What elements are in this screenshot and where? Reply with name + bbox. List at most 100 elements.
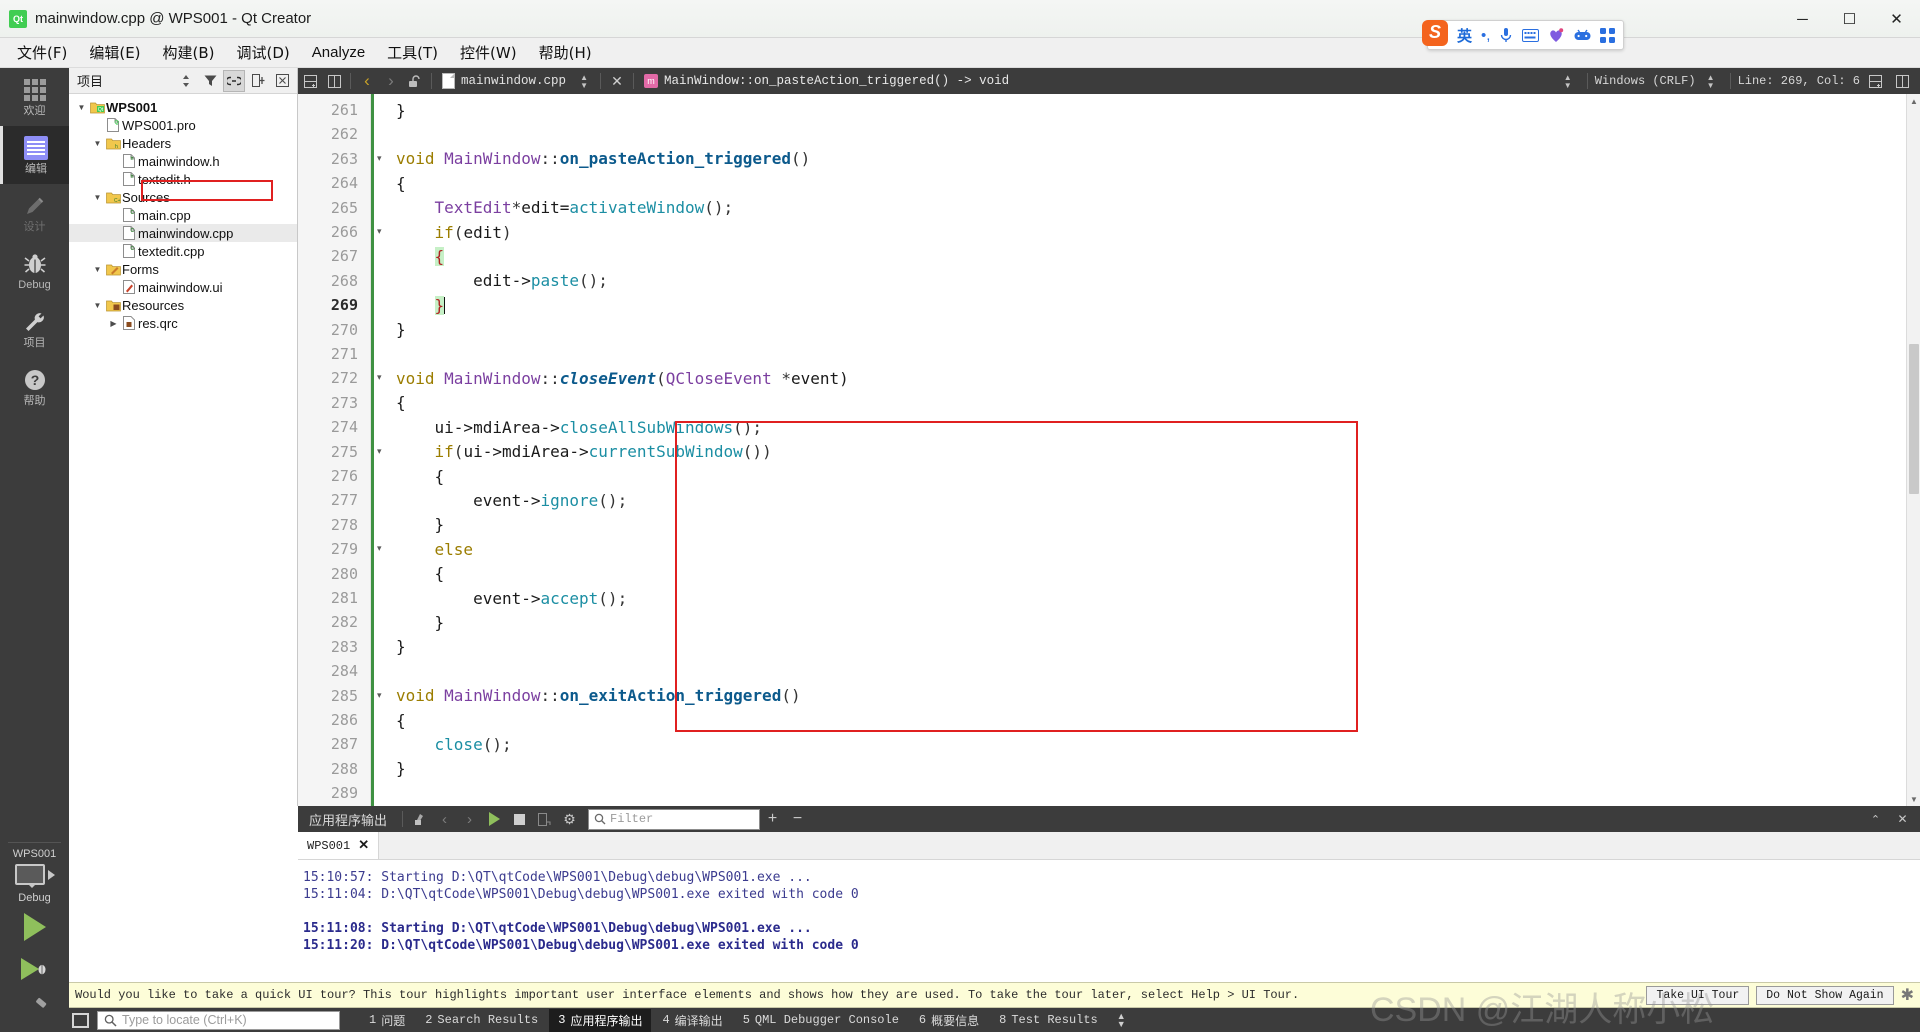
scrollbar-thumb[interactable] bbox=[1909, 344, 1919, 494]
tree-item[interactable]: ▼ C+ Sources bbox=[69, 188, 297, 206]
close-document-button[interactable]: ✕ bbox=[605, 69, 629, 93]
sidebar-item-design[interactable]: 设计 bbox=[0, 184, 69, 242]
sogou-logo-icon[interactable]: S bbox=[1422, 19, 1448, 46]
clean-output-icon[interactable] bbox=[407, 807, 432, 832]
ime-language-mode-button[interactable]: 英 bbox=[1457, 25, 1472, 46]
line-ending-value[interactable]: Windows (CRLF) bbox=[1595, 74, 1696, 88]
fold-marker-icon[interactable]: ▾ bbox=[377, 226, 382, 237]
open-document-selector[interactable]: mainwindow.cpp bbox=[436, 68, 573, 94]
status-tab[interactable]: 5 QML Debugger Console bbox=[734, 1010, 908, 1030]
fold-marker-icon[interactable]: ▾ bbox=[377, 372, 382, 383]
split-vertical-icon[interactable] bbox=[322, 69, 346, 93]
stop-output-icon[interactable] bbox=[507, 807, 532, 832]
split-horizontal-icon[interactable] bbox=[298, 69, 322, 93]
tree-item[interactable]: QtWPS001.pro bbox=[69, 116, 297, 134]
tree-item[interactable]: ▼ Forms bbox=[69, 260, 297, 278]
split-editor-icon[interactable] bbox=[1863, 69, 1887, 93]
encoding-dropdown-icon[interactable]: ▲ ▼ bbox=[1699, 69, 1723, 93]
run-debug-button[interactable] bbox=[0, 948, 69, 990]
menu-help[interactable]: 帮助(H) bbox=[528, 39, 603, 66]
menu-window[interactable]: 控件(W) bbox=[449, 39, 528, 66]
status-tab[interactable]: 4 编译输出 bbox=[653, 1009, 731, 1032]
tree-item[interactable]: h textedit.h bbox=[69, 170, 297, 188]
split-icon[interactable] bbox=[247, 70, 269, 92]
menu-build[interactable]: 构建(B) bbox=[152, 39, 226, 66]
attach-debugger-icon[interactable] bbox=[532, 807, 557, 832]
menu-edit[interactable]: 编辑(E) bbox=[78, 39, 151, 66]
maximize-output-button[interactable]: ⌃ bbox=[1863, 807, 1888, 832]
output-filter-input[interactable]: Filter bbox=[588, 808, 761, 830]
sidebar-item-projects[interactable]: 项目 bbox=[0, 300, 69, 358]
code-line[interactable]: TextEdit*edit=activateWindow(); bbox=[396, 196, 734, 220]
do-not-show-again-button[interactable]: Do Not Show Again bbox=[1756, 985, 1894, 1005]
sort-icon[interactable] bbox=[175, 70, 197, 92]
take-ui-tour-button[interactable]: Take UI Tour bbox=[1646, 985, 1750, 1005]
status-tab[interactable]: 2 Search Results bbox=[416, 1010, 547, 1030]
zoom-out-button[interactable]: − bbox=[785, 807, 810, 832]
tree-item[interactable]: h mainwindow.h bbox=[69, 152, 297, 170]
game-icon[interactable] bbox=[1574, 29, 1591, 42]
scroll-up-icon[interactable]: ▲ bbox=[1907, 94, 1920, 108]
status-tab[interactable]: 1 问题 bbox=[360, 1009, 414, 1032]
tree-item[interactable]: ▼ Resources bbox=[69, 296, 297, 314]
settings-gear-icon[interactable]: ⚙ bbox=[557, 807, 582, 832]
menu-debug[interactable]: 调试(D) bbox=[226, 39, 301, 66]
close-output-button[interactable]: ✕ bbox=[1890, 807, 1915, 832]
symbol-selector[interactable]: m MainWindow::on_pasteAction_triggered()… bbox=[638, 74, 1009, 88]
fold-marker-icon[interactable]: ▾ bbox=[377, 153, 382, 164]
fold-marker-icon[interactable]: ▾ bbox=[377, 446, 382, 457]
code-line[interactable]: } bbox=[396, 610, 445, 634]
kit-target-button[interactable] bbox=[0, 862, 69, 888]
code-line[interactable]: { bbox=[396, 464, 445, 488]
code-line[interactable]: } bbox=[396, 98, 406, 122]
link-icon[interactable] bbox=[223, 69, 245, 92]
code-line[interactable]: event->ignore(); bbox=[396, 488, 627, 512]
status-tab[interactable]: 3 应用程序输出 bbox=[549, 1008, 652, 1032]
code-line[interactable]: { bbox=[396, 708, 406, 732]
maximize-button[interactable]: ☐ bbox=[1826, 0, 1873, 38]
scroll-down-icon[interactable]: ▼ bbox=[1907, 792, 1920, 806]
sidebar-item-help[interactable]: ? 帮助 bbox=[0, 358, 69, 416]
tree-expander-icon[interactable]: ▼ bbox=[91, 139, 104, 148]
unlocked-icon[interactable] bbox=[403, 69, 427, 93]
microphone-icon[interactable] bbox=[1499, 27, 1513, 43]
code-line[interactable]: } bbox=[396, 635, 406, 659]
sidebar-item-welcome[interactable]: 欢迎 bbox=[0, 68, 69, 126]
code-editor[interactable]: 261 262 263 264 265 266 267 268 269 270 271 272 273 2… bbox=[298, 94, 1906, 806]
navigate-back-icon[interactable]: ‹ bbox=[355, 69, 379, 93]
code-text-area[interactable]: } void MainWindow::on_pasteAction_trigger… bbox=[391, 94, 1906, 806]
zoom-in-button[interactable]: + bbox=[760, 807, 785, 832]
close-panel-icon[interactable] bbox=[271, 70, 293, 92]
menu-tools[interactable]: 工具(T) bbox=[376, 39, 449, 66]
code-line[interactable]: } bbox=[396, 293, 446, 317]
filter-icon[interactable] bbox=[199, 70, 221, 92]
project-tree[interactable]: ▼QtWPS001QtWPS001.pro▼hHeadershmainwindo… bbox=[69, 94, 297, 332]
code-line[interactable]: } bbox=[396, 757, 406, 781]
code-line[interactable]: event->accept(); bbox=[396, 586, 627, 610]
code-line[interactable]: { bbox=[396, 171, 406, 195]
output-tab-wps001[interactable]: WPS001 ✕ bbox=[298, 832, 380, 859]
code-line[interactable]: else bbox=[396, 537, 474, 561]
menu-file[interactable]: 文件(F) bbox=[6, 39, 78, 66]
apps-icon[interactable] bbox=[1600, 27, 1616, 43]
toggle-sidebar-button[interactable] bbox=[72, 1012, 89, 1028]
tree-expander-icon[interactable]: ▼ bbox=[91, 265, 104, 274]
code-line[interactable]: close(); bbox=[396, 732, 512, 756]
tree-item[interactable]: C+textedit.cpp bbox=[69, 242, 297, 260]
close-button[interactable]: ✕ bbox=[1873, 0, 1920, 38]
tree-item[interactable]: ▼ Qt WPS001 bbox=[69, 98, 297, 116]
prev-item-icon[interactable]: ‹ bbox=[432, 807, 457, 832]
run-button[interactable] bbox=[0, 906, 69, 948]
code-line[interactable]: void MainWindow::on_exitAction_triggered… bbox=[396, 684, 801, 708]
fold-column[interactable]: ▾ ▾ ▾ ▾ ▾ ▾ bbox=[371, 94, 391, 806]
fold-marker-icon[interactable]: ▾ bbox=[377, 543, 382, 554]
tree-item[interactable]: mainwindow.ui bbox=[69, 278, 297, 296]
tree-expander-icon[interactable]: ▶ bbox=[107, 319, 120, 328]
editor-vertical-scrollbar[interactable]: ▲ ▼ bbox=[1906, 94, 1920, 806]
fold-marker-icon[interactable]: ▾ bbox=[377, 690, 382, 701]
split-side-by-side-icon[interactable] bbox=[1890, 69, 1914, 93]
tree-item[interactable]: C+main.cpp bbox=[69, 206, 297, 224]
tree-item[interactable]: ▼ h Headers bbox=[69, 134, 297, 152]
tree-item[interactable]: C+mainwindow.cpp bbox=[69, 224, 297, 242]
tree-expander-icon[interactable]: ▼ bbox=[91, 301, 104, 310]
